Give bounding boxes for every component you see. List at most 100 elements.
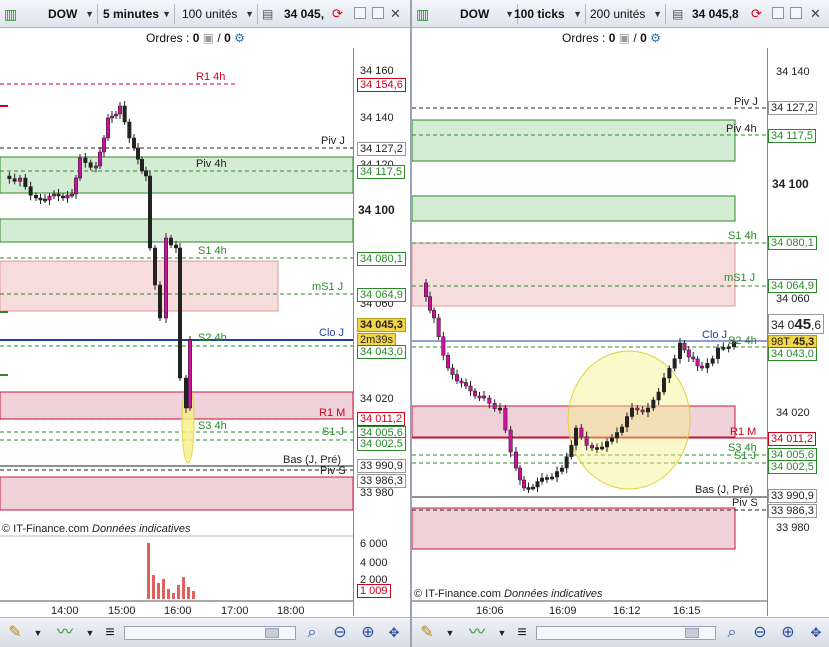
candle xyxy=(672,358,677,369)
zone-green-2 xyxy=(0,218,354,243)
label-ms1-j: mS1 J xyxy=(724,272,756,284)
scale-tick: 34 140 xyxy=(360,112,394,124)
price-scale-left[interactable] xyxy=(353,48,410,616)
zone-piv-4h xyxy=(0,156,354,194)
price-big: 45 xyxy=(794,316,812,333)
candle xyxy=(531,486,535,490)
candle xyxy=(102,137,106,153)
zone-s1-4h xyxy=(0,260,279,312)
candle xyxy=(569,445,574,457)
candle xyxy=(662,377,666,393)
label-piv-s: Piv S xyxy=(732,497,758,509)
candle xyxy=(721,347,726,350)
pencil-icon[interactable]: ✎ xyxy=(416,623,438,643)
candle xyxy=(605,441,609,448)
zone-piv-4h xyxy=(412,119,736,162)
tag-ms1-j: 34 064,9 xyxy=(768,279,817,293)
move-icon[interactable]: ✥ xyxy=(806,623,826,643)
zone-piv-s xyxy=(0,476,354,511)
label-piv-4h: Piv 4h xyxy=(726,123,757,135)
zoom-in-icon[interactable]: ⊕ xyxy=(778,623,798,643)
candle xyxy=(590,445,594,449)
candle xyxy=(574,427,578,446)
candle xyxy=(424,282,428,297)
candle xyxy=(545,477,549,480)
price-chart-left[interactable] xyxy=(0,0,410,647)
volume-tick: 4 000 xyxy=(360,557,388,569)
zoom-out-icon[interactable]: ⊖ xyxy=(330,623,350,643)
note-text: Données indicatives xyxy=(92,523,191,535)
tag-r1-4h: 34 154,6 xyxy=(357,78,406,92)
candle xyxy=(455,374,459,382)
zoom-out-icon[interactable]: ⊖ xyxy=(750,623,770,643)
candle xyxy=(450,367,455,375)
candle xyxy=(522,479,526,489)
candle xyxy=(164,237,168,319)
horizontal-scrollbar[interactable] xyxy=(124,626,296,640)
label-s1-4h: S1 4h xyxy=(728,230,757,242)
candle xyxy=(468,385,473,392)
candle xyxy=(564,456,569,469)
move-icon[interactable]: ✥ xyxy=(384,623,404,643)
scroll-thumb[interactable] xyxy=(265,628,279,638)
candle xyxy=(47,195,52,201)
candle xyxy=(700,365,704,369)
chevron-down-icon[interactable]: ▼ xyxy=(444,623,456,643)
candle xyxy=(695,358,700,367)
tag-piv-s: 33 986,3 xyxy=(768,504,817,518)
chevron-down-icon[interactable]: ▼ xyxy=(32,623,44,643)
zoom-fit-icon[interactable]: ⌕ xyxy=(302,623,322,643)
indicator-icon[interactable]: 〰 xyxy=(50,623,80,643)
horizontal-scrollbar[interactable] xyxy=(536,626,716,640)
scroll-thumb[interactable] xyxy=(685,628,699,638)
price-prefix: 34 0 xyxy=(771,318,795,332)
chevron-down-icon[interactable]: ▼ xyxy=(496,623,508,643)
zoom-in-icon[interactable]: ⊕ xyxy=(358,623,378,643)
candle xyxy=(705,363,710,369)
source-text: © IT-Finance.com xyxy=(414,588,501,600)
source-text: © IT-Finance.com xyxy=(2,523,89,535)
indicator-icon[interactable]: 〰 xyxy=(462,623,492,643)
label-s1-j: S1 J xyxy=(734,450,757,462)
scale-tick: 34 060 xyxy=(776,293,810,305)
time-tick: 16:06 xyxy=(476,605,504,617)
candle xyxy=(477,395,482,399)
candle xyxy=(34,195,38,199)
candle xyxy=(18,177,22,182)
candle xyxy=(114,113,118,117)
candle xyxy=(678,342,682,359)
pencil-icon[interactable]: ✎ xyxy=(4,623,26,643)
menu-icon[interactable]: ≡ xyxy=(100,623,120,643)
candle xyxy=(579,427,584,437)
scale-tick: 34 100 xyxy=(358,203,395,217)
volume-bar xyxy=(152,575,155,599)
tag-s1-4h: 34 080,1 xyxy=(768,236,817,250)
candle xyxy=(436,317,441,337)
label-clo-j: Clo J xyxy=(319,327,345,339)
bottom-toolbar-left: ✎ ▼ 〰 ▼ ≡ ⌕ ⊖ ⊕ ✥ xyxy=(0,617,410,647)
candle xyxy=(428,296,432,311)
candle xyxy=(52,193,56,197)
tag-last-price: 34 045,3 xyxy=(357,318,406,332)
scale-tick: 33 980 xyxy=(776,522,810,534)
candle xyxy=(600,446,604,450)
label-s3-4h: S3 4h xyxy=(198,420,227,432)
volume-bar xyxy=(157,583,160,599)
menu-icon[interactable]: ≡ xyxy=(512,623,532,643)
scale-tick: 34 140 xyxy=(776,66,810,78)
zoom-fit-icon[interactable]: ⌕ xyxy=(722,623,742,643)
tag-piv-j: 34 127,2 xyxy=(768,101,817,115)
candle xyxy=(38,197,43,201)
candle xyxy=(110,115,114,119)
candle xyxy=(473,390,477,397)
candle xyxy=(441,336,446,356)
candle xyxy=(74,177,78,195)
label-piv-s: Piv S xyxy=(320,465,346,477)
chevron-down-icon[interactable]: ▼ xyxy=(84,623,96,643)
candle xyxy=(28,186,33,196)
label-piv-j: Piv J xyxy=(734,96,758,108)
volume-bar xyxy=(147,543,150,599)
candle xyxy=(560,467,564,472)
label-clo-j: Clo J xyxy=(702,329,728,341)
zone-piv-s xyxy=(412,507,736,550)
